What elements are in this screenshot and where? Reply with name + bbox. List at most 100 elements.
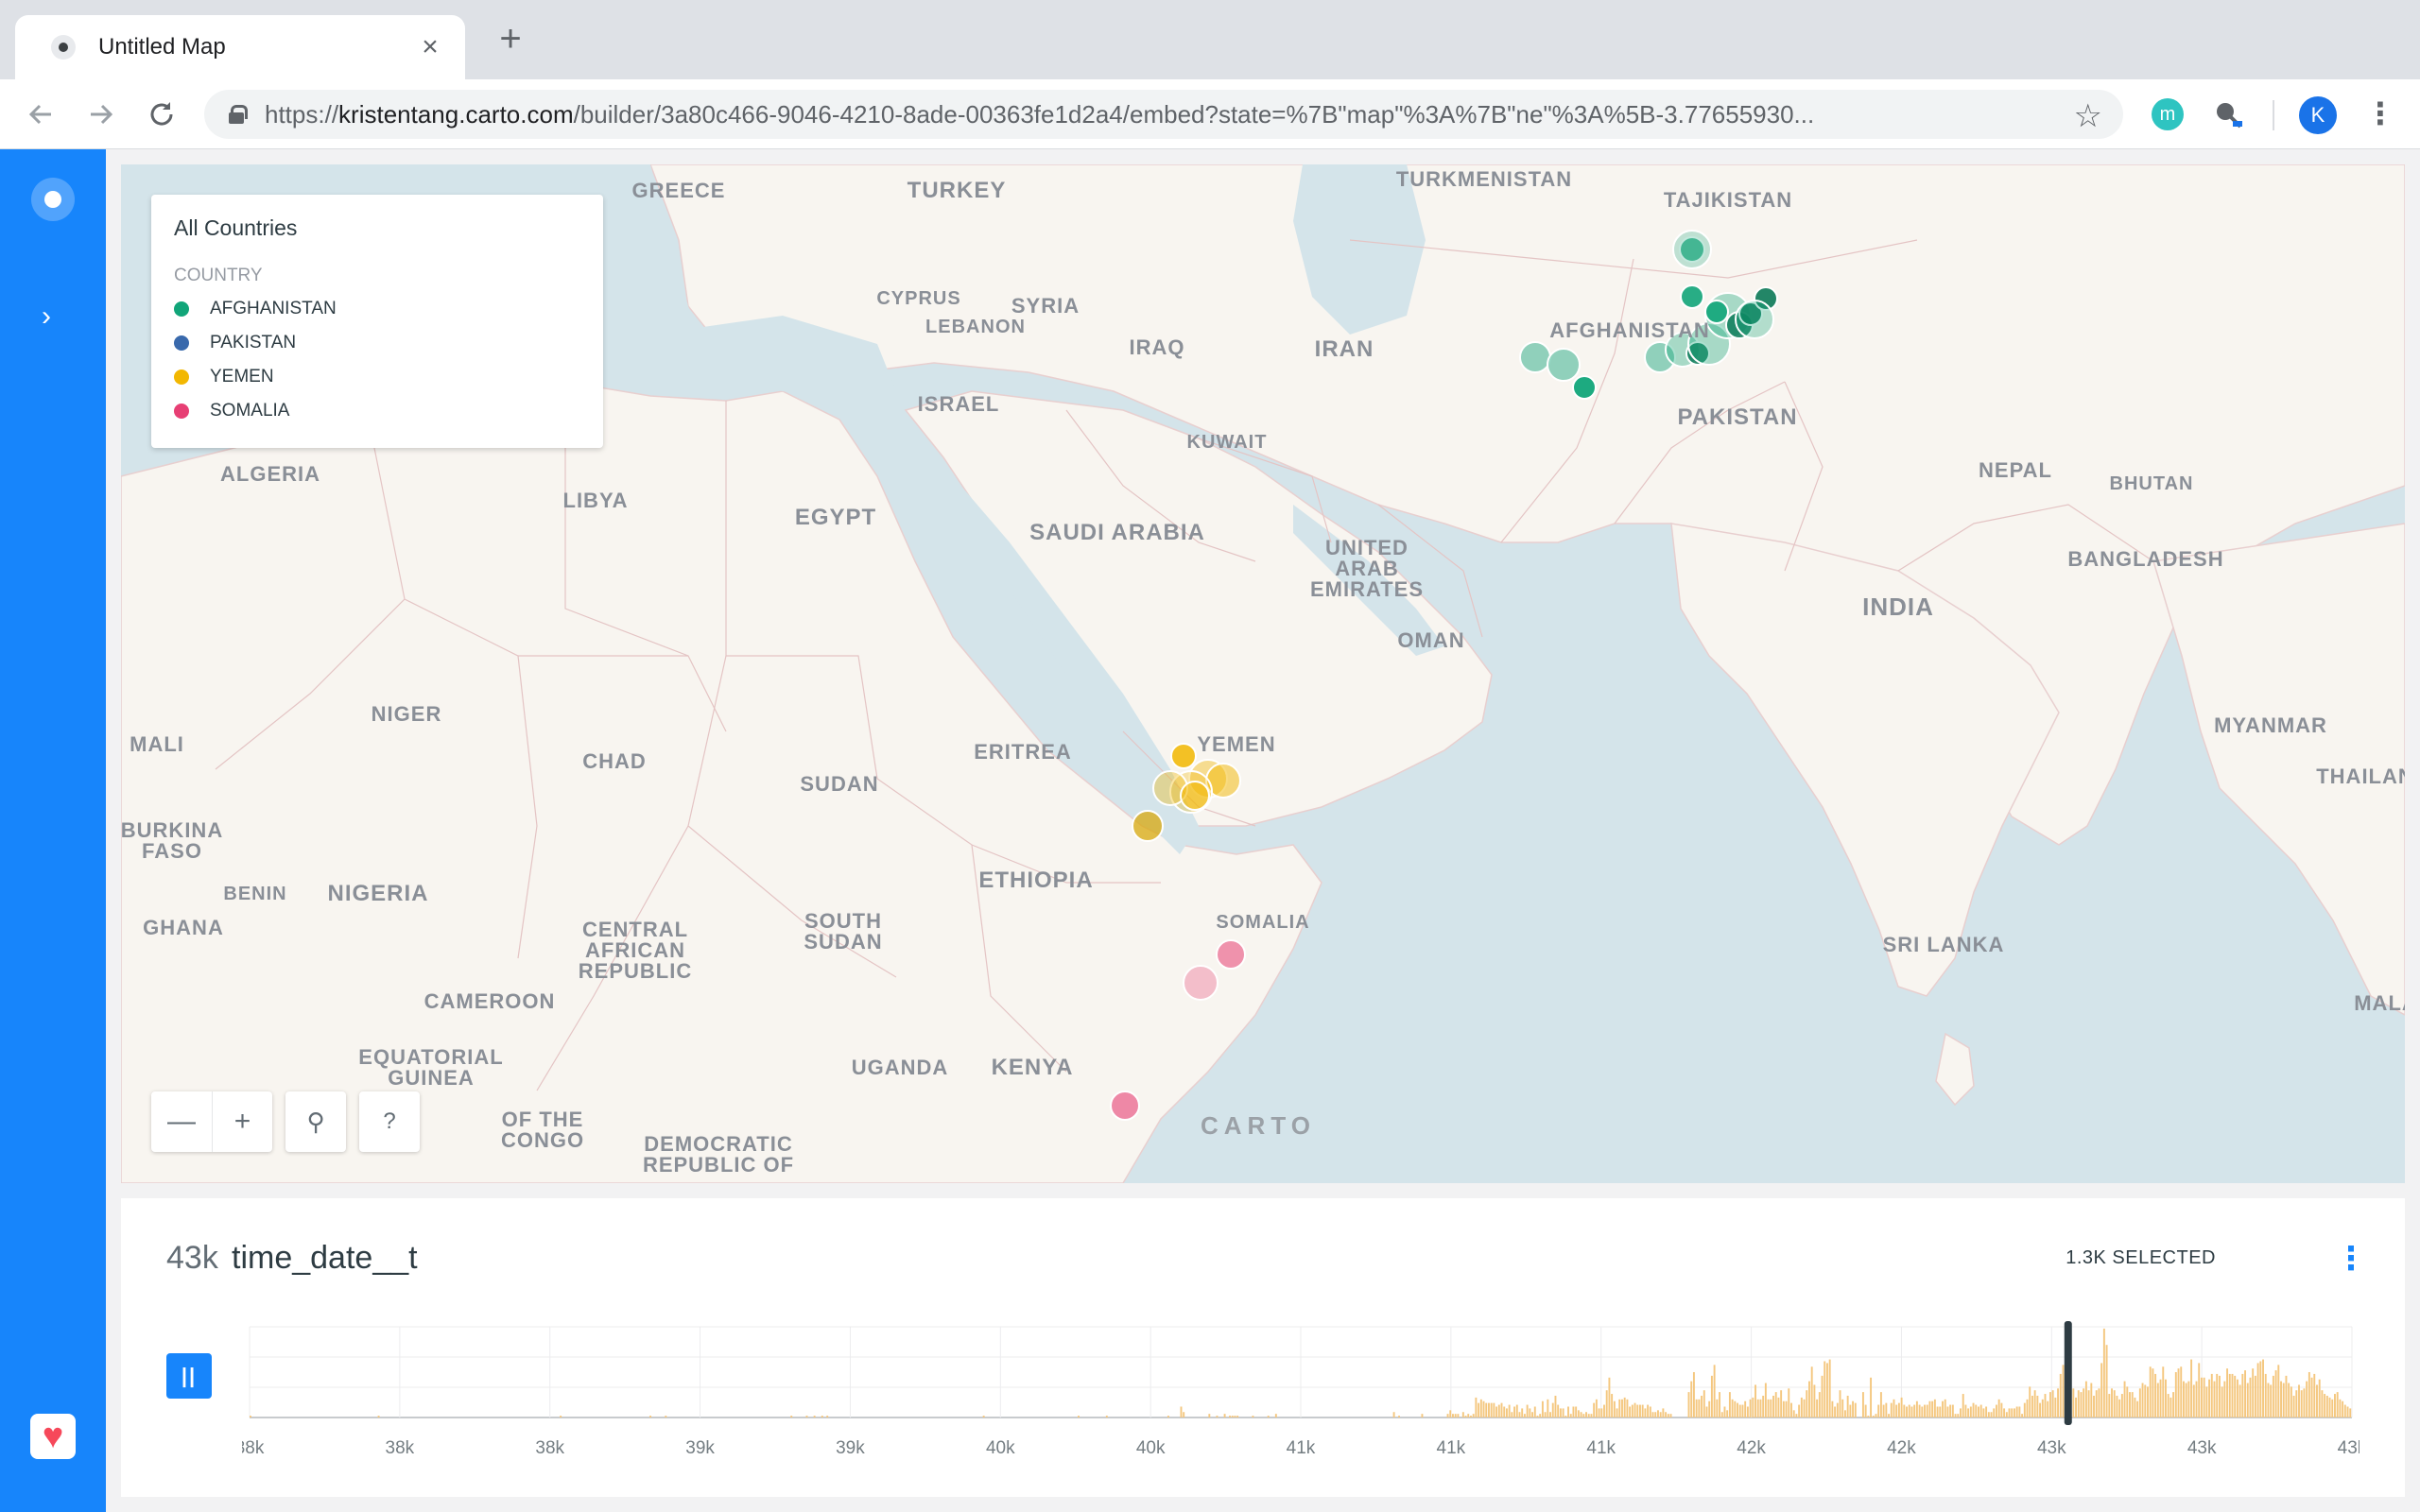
histogram-bar <box>2226 1368 2229 1418</box>
map-label-algeria: ALGERIA <box>220 462 320 486</box>
histogram-bar <box>2093 1395 2095 1418</box>
histogram-bar <box>2241 1373 2244 1418</box>
legend-item: PAKISTAN <box>174 326 580 360</box>
histogram-bar <box>2084 1381 2087 1418</box>
histogram-bar <box>821 1416 823 1418</box>
histogram-bar <box>1234 1416 1236 1418</box>
zoom-in-button[interactable]: + <box>212 1091 272 1152</box>
browser-tab[interactable]: Untitled Map × <box>15 15 465 79</box>
histogram-bar <box>1698 1399 1701 1418</box>
carto-attribution[interactable]: CARTO <box>1201 1111 1316 1141</box>
histogram-bar <box>1764 1383 1767 1418</box>
histogram-bar <box>2105 1345 2108 1418</box>
x-tick-label: 40k <box>1136 1438 1166 1458</box>
map-label-cameroon: CAMEROON <box>424 989 556 1013</box>
histogram-bar <box>1598 1408 1600 1418</box>
heart-icon[interactable]: ♥ <box>30 1414 76 1459</box>
histogram-bar <box>1910 1406 1913 1418</box>
map-label-iraq: IRAQ <box>1129 335 1185 359</box>
chevron-right-icon[interactable]: › <box>42 301 51 333</box>
histogram-bar <box>1726 1410 1729 1418</box>
histogram-bar <box>1495 1406 1498 1418</box>
browser-menu-icon[interactable]: ⋮ <box>2365 94 2395 132</box>
extension-m-icon[interactable]: m <box>2152 98 2184 130</box>
histogram-bar <box>1759 1399 1762 1418</box>
help-button[interactable]: ? <box>359 1091 420 1152</box>
histogram-bar <box>2349 1408 2352 1418</box>
histogram-bar <box>1669 1414 1672 1418</box>
histogram-bar <box>1719 1392 1720 1418</box>
address-bar[interactable]: https://kristentang.carto.com/builder/3a… <box>204 90 2123 139</box>
x-tick-label: 42k <box>1737 1438 1766 1458</box>
histogram-bar <box>1454 1414 1457 1418</box>
map-controls: — + ⚲ ? <box>151 1091 420 1152</box>
histogram-bar <box>2182 1381 2185 1418</box>
histogram-bar <box>1767 1399 1770 1418</box>
histogram-bar <box>1611 1394 1614 1418</box>
histogram-bar <box>1834 1406 1837 1418</box>
histogram-bar <box>2147 1386 2149 1418</box>
histogram-bar <box>1461 1412 1464 1418</box>
back-button[interactable] <box>19 93 62 136</box>
histogram-bar <box>1252 1416 1254 1418</box>
histogram-bar <box>1990 1412 1993 1418</box>
histogram-bar <box>2231 1373 2234 1418</box>
map-label-burkina-faso: BURKINA FASO <box>121 818 224 863</box>
map-label-oman: OMAN <box>1397 628 1465 652</box>
search-control: ⚲ <box>285 1091 346 1152</box>
histogram-bar <box>1590 1414 1593 1418</box>
search-icon[interactable]: ⚲ <box>285 1091 346 1152</box>
extension-satellite-icon[interactable] <box>2212 98 2244 130</box>
histogram-bar <box>2249 1377 2252 1418</box>
histogram-bar <box>1782 1400 1785 1418</box>
map-label-egypt: EGYPT <box>794 505 877 530</box>
histogram-bar <box>1531 1412 1534 1418</box>
map-label-saudi-arabia: SAUDI ARABIA <box>1029 520 1205 545</box>
histogram-bar <box>1774 1392 1777 1418</box>
histogram-bar <box>2221 1386 2223 1418</box>
histogram-bar <box>2218 1375 2221 1418</box>
histogram-bar <box>2254 1375 2256 1418</box>
histogram-bar <box>2288 1383 2290 1418</box>
histogram-bar <box>2048 1392 2051 1418</box>
help-control: ? <box>359 1091 420 1152</box>
histogram-bar <box>2113 1390 2116 1418</box>
forward-button[interactable] <box>79 93 123 136</box>
histogram-bar <box>1623 1397 1626 1418</box>
zoom-out-button[interactable]: — <box>151 1091 212 1152</box>
histogram-bar <box>1523 1414 1526 1418</box>
widget-menu-icon[interactable]: ⋮ <box>2335 1240 2367 1278</box>
new-tab-button[interactable]: + <box>492 20 529 59</box>
histogram-bar <box>1515 1404 1518 1418</box>
browser-toolbar: https://kristentang.carto.com/builder/3a… <box>0 79 2420 149</box>
histogram-bar <box>2036 1395 2039 1418</box>
reload-button[interactable] <box>140 93 183 136</box>
histogram-bar <box>1975 1404 1978 1418</box>
map-label-greece: GREECE <box>631 179 726 202</box>
histogram-bar <box>2303 1388 2306 1418</box>
histogram-bar <box>2118 1399 2121 1418</box>
histogram-bar <box>2000 1402 2003 1418</box>
carto-logo-icon[interactable] <box>31 178 75 221</box>
histogram-bar <box>1223 1414 1226 1418</box>
map-label-niger: NIGER <box>371 702 442 726</box>
histogram-bar <box>1867 1416 1870 1418</box>
histogram-bar <box>1703 1390 1705 1418</box>
histogram-bar <box>1861 1392 1864 1418</box>
histogram-bar <box>1954 1414 1957 1418</box>
histogram-bar <box>1870 1377 1873 1418</box>
bookmark-star-icon[interactable]: ☆ <box>2074 97 2102 135</box>
histogram-bar <box>1482 1400 1485 1418</box>
map-label-ethiopia: ETHIOPIA <box>978 868 1094 893</box>
close-tab-icon[interactable]: × <box>414 33 446 61</box>
histogram-bar <box>1836 1402 1839 1418</box>
histogram-bar <box>1544 1412 1547 1418</box>
profile-avatar[interactable]: K <box>2299 96 2337 134</box>
pause-button[interactable]: || <box>166 1353 212 1399</box>
histogram-chart[interactable]: 38k 38k 38k 39k 39k 40k 40k 41k 41k 41k 42k 42k 43k 4… <box>242 1321 2360 1482</box>
histogram-bar <box>1918 1404 1921 1418</box>
histogram-bar <box>1078 1416 1080 1418</box>
histogram-bar <box>2077 1390 2080 1418</box>
legend-label: AFGHANISTAN <box>210 299 337 318</box>
histogram-bar <box>2059 1373 2062 1418</box>
